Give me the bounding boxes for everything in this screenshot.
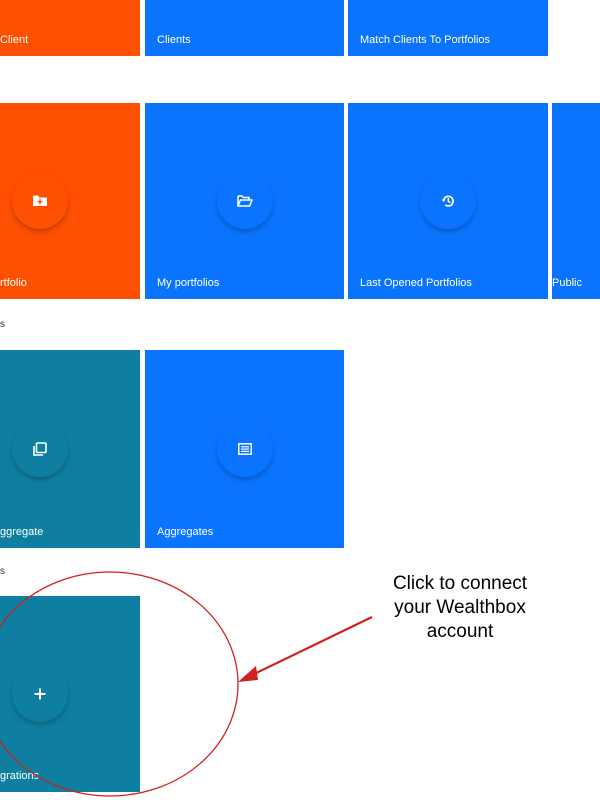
integrations-label: grations [0,770,40,782]
dashboard: Client Clients Match Clients To Portfoli… [0,0,600,800]
aggregates-tile[interactable]: Aggregates [145,350,344,548]
aggregates-section-label-fragment: s [0,566,5,577]
history-icon [441,194,455,208]
new-aggregate-tile[interactable]: ggregate [0,350,140,548]
aggregates-label: Aggregates [157,526,214,538]
new-portfolio-button[interactable] [12,173,68,229]
annotation-line-1: Click to connect [392,573,528,594]
new-client-label: Client [0,34,29,46]
annotation-line-3: account [426,621,494,642]
new-aggregate-label: ggregate [0,526,44,538]
new-aggregate-button[interactable] [12,421,68,477]
copy-icon [33,442,47,456]
folder-open-icon [236,195,253,207]
aggregates-button[interactable] [216,421,273,477]
new-client-tile[interactable]: Client [0,0,140,56]
annotation-arrow-head [238,666,258,682]
my-portfolios-button[interactable] [216,173,273,229]
new-portfolio-label: rtfolio [0,277,27,289]
folder-plus-icon [33,195,47,207]
match-clients-label: Match Clients To Portfolios [360,34,491,46]
list-icon [237,443,252,455]
last-opened-button[interactable] [420,173,476,229]
annotation-line-2: your Wealthbox [394,597,526,618]
annotation-arrow-line [249,616,373,677]
match-clients-tile[interactable]: Match Clients To Portfolios [348,0,548,56]
portfolios-section-label-fragment: s [0,319,5,330]
public-portfolios-label: Public [552,277,582,289]
my-portfolios-tile[interactable]: My portfolios [145,103,344,299]
integrations-tile[interactable]: grations [0,596,140,792]
plus-icon [34,688,46,700]
my-portfolios-label: My portfolios [157,277,220,289]
new-portfolio-tile[interactable]: rtfolio [0,103,140,299]
public-portfolios-tile[interactable]: Public [552,103,600,299]
add-integration-button[interactable] [12,666,68,722]
annotation-callout: Click to connect your Wealthbox account [360,572,560,644]
last-opened-label: Last Opened Portfolios [360,277,472,289]
clients-tile[interactable]: Clients [145,0,344,56]
last-opened-portfolios-tile[interactable]: Last Opened Portfolios [348,103,548,299]
clients-label: Clients [157,34,191,46]
